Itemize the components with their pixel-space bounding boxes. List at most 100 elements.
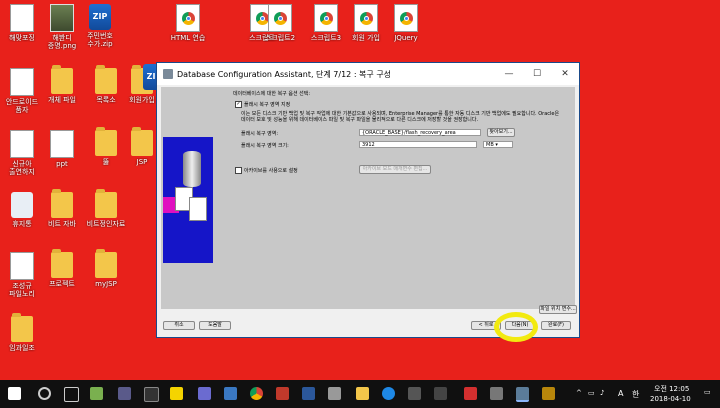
app-icon[interactable]: [276, 387, 289, 400]
flash-area-input[interactable]: {ORACLE_BASE}/flash_recovery_area: [359, 129, 481, 136]
size-unit-select[interactable]: MB ▾: [483, 141, 513, 148]
desktop-icon[interactable]: 임과일조: [0, 313, 44, 352]
windows-start-icon[interactable]: [8, 387, 21, 400]
desktop-icon-label: HTML 연습: [170, 34, 206, 42]
desktop-icon[interactable]: 개체 파일: [40, 65, 84, 104]
desktop-icon-label: ppt: [56, 160, 68, 168]
language-indicator[interactable]: A: [618, 389, 623, 398]
desktop-icon[interactable]: ppt: [40, 130, 84, 168]
dbca-taskbar-icon[interactable]: [516, 387, 529, 402]
network-icon[interactable]: ▭: [588, 389, 595, 397]
chrome-icon: [182, 12, 195, 25]
flash-recovery-label: 플래시 복구 영역 지정: [244, 102, 291, 108]
desktop-icon[interactable]: myJSP: [84, 249, 128, 288]
desktop-icon-label: 프로젝트: [49, 280, 75, 288]
desktop-icon[interactable]: 프로젝트: [40, 249, 84, 288]
desktop-icon[interactable]: 해맞포징: [0, 4, 44, 42]
desktop-icon[interactable]: HTML 연습: [166, 4, 210, 42]
desktop-icon[interactable]: 회원 가입: [344, 4, 388, 42]
finish-button[interactable]: 완료(F): [541, 321, 571, 330]
next-button[interactable]: 다음(N): [505, 321, 535, 330]
checkbox-unchecked-icon[interactable]: [235, 167, 242, 174]
checkbox-checked-icon[interactable]: ✓: [235, 101, 242, 108]
app-icon[interactable]: [408, 387, 421, 400]
task-view-icon[interactable]: [64, 387, 79, 402]
desktop-icon-label: 조성규 파일노리: [9, 282, 35, 298]
app-icon[interactable]: [144, 387, 159, 402]
chrome-icon[interactable]: [250, 387, 263, 400]
app-icon[interactable]: [434, 387, 447, 400]
wizard-content: 데이터베이스에 대한 복구 옵션 선택: ✓ 플래시 복구 영역 지정 이는 모든…: [161, 87, 577, 314]
chrome-icon: [360, 12, 373, 25]
flash-recovery-checkbox[interactable]: ✓ 플래시 복구 영역 지정: [235, 101, 290, 108]
browse-button[interactable]: 찾아보기...: [487, 128, 515, 137]
doc-icon: [10, 130, 34, 158]
desktop-icon[interactable]: 휴지통: [0, 192, 44, 228]
chrome-icon: [176, 4, 200, 32]
desktop-icon[interactable]: 조성규 파일노리: [0, 252, 44, 298]
photo-icon: [50, 4, 74, 32]
desktop-icon[interactable]: JQuery: [384, 4, 428, 42]
window-titlebar[interactable]: Database Configuration Assistant, 단계 7/1…: [157, 63, 579, 85]
size-label: 플래시 복구 영역 크기:: [241, 143, 289, 149]
wizard-illustration: [163, 137, 213, 263]
app-icon[interactable]: [490, 387, 503, 400]
desktop-icon-label: 안드로이드 품자: [5, 98, 39, 114]
file-explorer-icon[interactable]: [356, 387, 369, 400]
desktop-icon[interactable]: ZIP 주민번호 수가.zip: [78, 4, 122, 48]
document-icon: [189, 197, 207, 221]
taskbar: ^ ▭ ♪ A 한 오전 12:05 2018-04-10 ▭: [0, 380, 720, 408]
close-button[interactable]: ✕: [551, 69, 579, 79]
desktop-icon[interactable]: 안드로이드 품자: [0, 68, 44, 114]
desktop-icon-label: myJSP: [95, 280, 117, 288]
folder-icon: [51, 189, 73, 218]
app-icon[interactable]: [542, 387, 555, 400]
back-button[interactable]: < 뒤로: [471, 321, 501, 330]
size-input[interactable]: 3912: [359, 141, 477, 148]
app-icon[interactable]: [118, 387, 131, 400]
help-button[interactable]: 도움말: [199, 321, 231, 330]
folder-icon: [95, 127, 117, 156]
archive-params-button[interactable]: 아카이브 모드 매개변수 편집...: [359, 165, 431, 174]
archive-checkbox[interactable]: 아카이브를 사용으로 설정: [235, 167, 298, 174]
desktop-icon-label: 스크립트2: [264, 34, 296, 42]
app-icon: [163, 69, 173, 79]
desktop-icon[interactable]: 스크립트2: [258, 4, 302, 42]
desktop-icon[interactable]: 신규아 출연하지: [0, 130, 44, 176]
desktop-icon-label: 주민번호 수가.zip: [87, 32, 113, 48]
folder-icon: [51, 249, 73, 278]
doc-icon: [50, 130, 74, 158]
minimize-button[interactable]: —: [495, 69, 523, 79]
doc-icon: [10, 4, 34, 32]
desktop-icon-label: 비트정인자료: [86, 220, 126, 228]
search-icon[interactable]: [38, 387, 51, 400]
volume-icon[interactable]: ♪: [600, 389, 604, 397]
app-icon[interactable]: [224, 387, 237, 400]
area-label: 플래시 복구 영역:: [241, 131, 279, 137]
maximize-button[interactable]: ☐: [523, 69, 551, 79]
app-icon[interactable]: [328, 387, 341, 400]
notification-icon[interactable]: ▭: [704, 388, 711, 396]
clock-time[interactable]: 오전 12:05: [654, 384, 689, 394]
app-icon[interactable]: [90, 387, 103, 400]
recovery-heading: 데이터베이스에 대한 복구 옵션 선택:: [233, 91, 311, 97]
chrome-icon: [274, 12, 287, 25]
tray-chevron-icon[interactable]: ^: [576, 389, 582, 397]
app-icon[interactable]: [464, 387, 477, 400]
desktop-icon-label: 스크립트3: [310, 34, 342, 42]
desktop-icon[interactable]: 비트정인자료: [84, 189, 128, 228]
desktop-icon-label: 휴지통: [12, 220, 32, 228]
desktop-icon[interactable]: 스크립트3: [304, 4, 348, 42]
cancel-button[interactable]: 취소: [163, 321, 195, 330]
edge-icon[interactable]: [382, 387, 395, 400]
size-unit-value: MB: [486, 142, 494, 148]
folder-icon: [95, 65, 117, 94]
desktop-icon-label: JQuery: [394, 34, 418, 42]
app-icon[interactable]: [198, 387, 211, 400]
ime-indicator[interactable]: 한: [632, 389, 639, 400]
kakaotalk-icon[interactable]: [170, 387, 183, 400]
desktop-icon[interactable]: 비트 자바: [40, 189, 84, 228]
app-icon[interactable]: [302, 387, 315, 400]
chrome-icon: [400, 12, 413, 25]
clock-date[interactable]: 2018-04-10: [650, 395, 691, 403]
